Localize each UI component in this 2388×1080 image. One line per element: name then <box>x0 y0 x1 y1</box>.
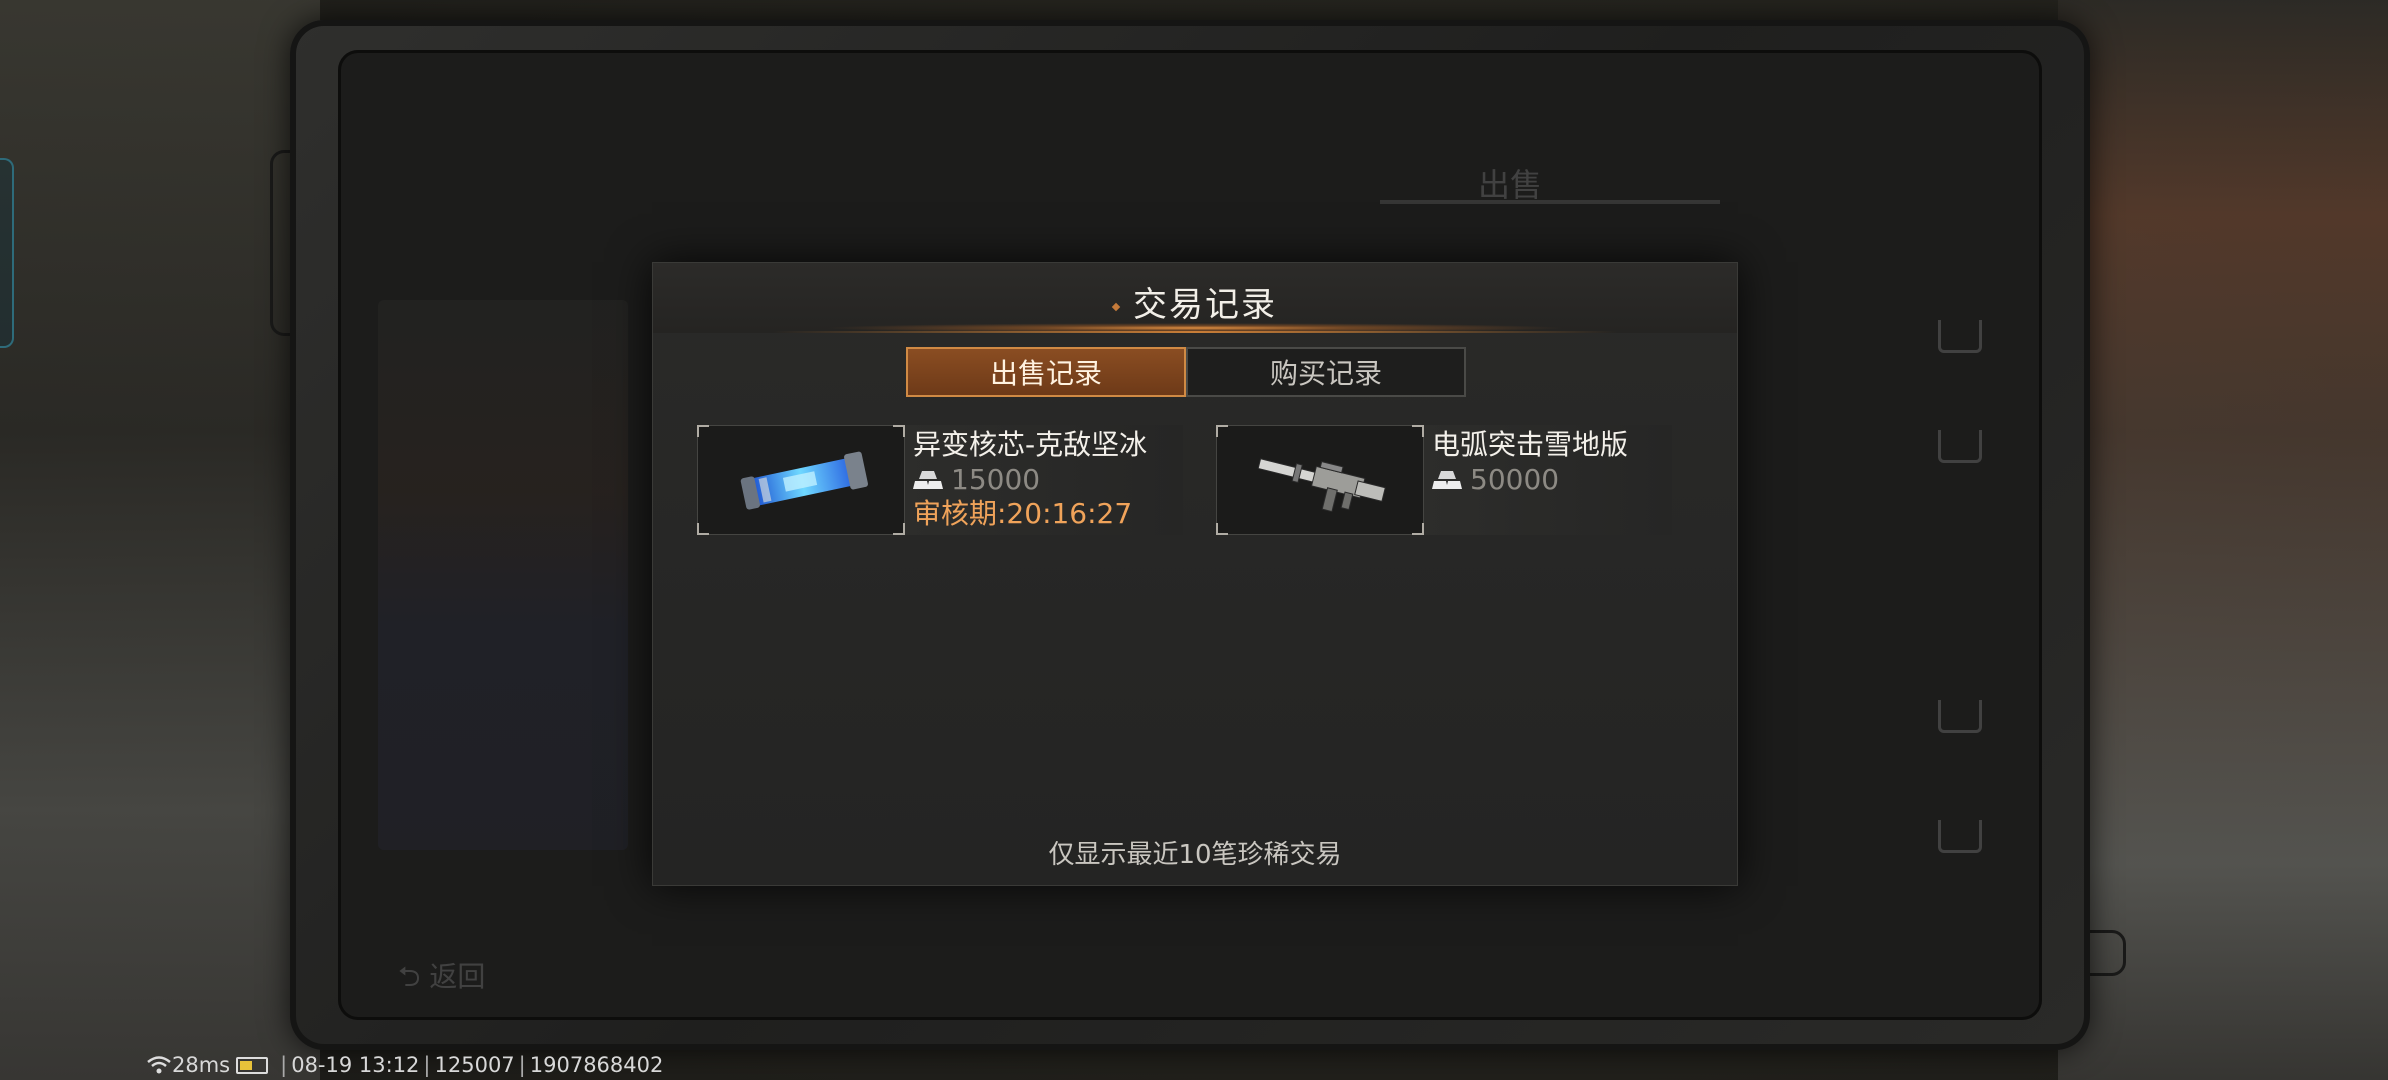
item-thumbnail <box>1216 425 1424 535</box>
record-tabs: 出售记录 购买记录 <box>906 347 1466 397</box>
item-info: 异变核芯-克敌坚冰 15000 审核期:20:16:27 <box>905 425 1183 535</box>
device-strap-right <box>2086 930 2126 976</box>
wifi-icon <box>147 1056 171 1074</box>
tab-sell-records[interactable]: 出售记录 <box>906 347 1186 397</box>
rifle-icon <box>1257 458 1386 513</box>
item-price: 15000 <box>913 463 1183 497</box>
status-bar: 28ms | 08-19 13:12 | 125007 | 1907868402 <box>146 1052 663 1078</box>
gold-bar-icon <box>913 471 943 489</box>
item-info: 电弧突击雪地版 50000 <box>1424 425 1672 535</box>
export-icon <box>1938 820 1982 853</box>
ping-value: 28ms <box>172 1053 231 1077</box>
trade-record-item[interactable]: 电弧突击雪地版 50000 <box>1216 425 1672 535</box>
item-price: 50000 <box>1432 463 1672 497</box>
back-button: ⮌ 返回 <box>398 960 486 993</box>
background-right <box>2058 0 2388 1080</box>
review-countdown: 审核期:20:16:27 <box>913 497 1133 530</box>
export-icon <box>1938 700 1982 733</box>
gold-bar-icon <box>1432 471 1462 489</box>
item-thumbnail <box>697 425 905 535</box>
item-name: 电弧突击雪地版 <box>1432 428 1629 461</box>
tab-buy-records[interactable]: 购买记录 <box>1186 347 1466 397</box>
back-arrow-icon: ⮌ <box>398 960 430 993</box>
title-diamond-icon <box>1111 302 1121 311</box>
side-tab-handle <box>0 158 14 348</box>
dialog-title: 交易记录 <box>653 277 1737 326</box>
export-icon <box>1938 320 1982 353</box>
item-name: 异变核芯-克敌坚冰 <box>913 428 1148 461</box>
battery-icon <box>236 1056 269 1074</box>
datetime: 08-19 13:12 <box>291 1053 420 1077</box>
footer-note: 仅显示最近10笔珍稀交易 <box>1048 840 1342 870</box>
inventory-panel <box>378 300 628 850</box>
export-icon <box>1938 430 1982 463</box>
trade-record-dialog: 交易记录 出售记录 购买记录 异变核芯-克敌坚冰 15000 审核期:20:16… <box>652 262 1738 886</box>
sell-tab-underline <box>1380 200 1720 204</box>
energy-core-icon <box>740 451 868 510</box>
trade-record-item[interactable]: 异变核芯-克敌坚冰 15000 审核期:20:16:27 <box>697 425 1183 535</box>
user-id: 1907868402 <box>529 1053 664 1077</box>
server-id: 125007 <box>434 1053 515 1077</box>
